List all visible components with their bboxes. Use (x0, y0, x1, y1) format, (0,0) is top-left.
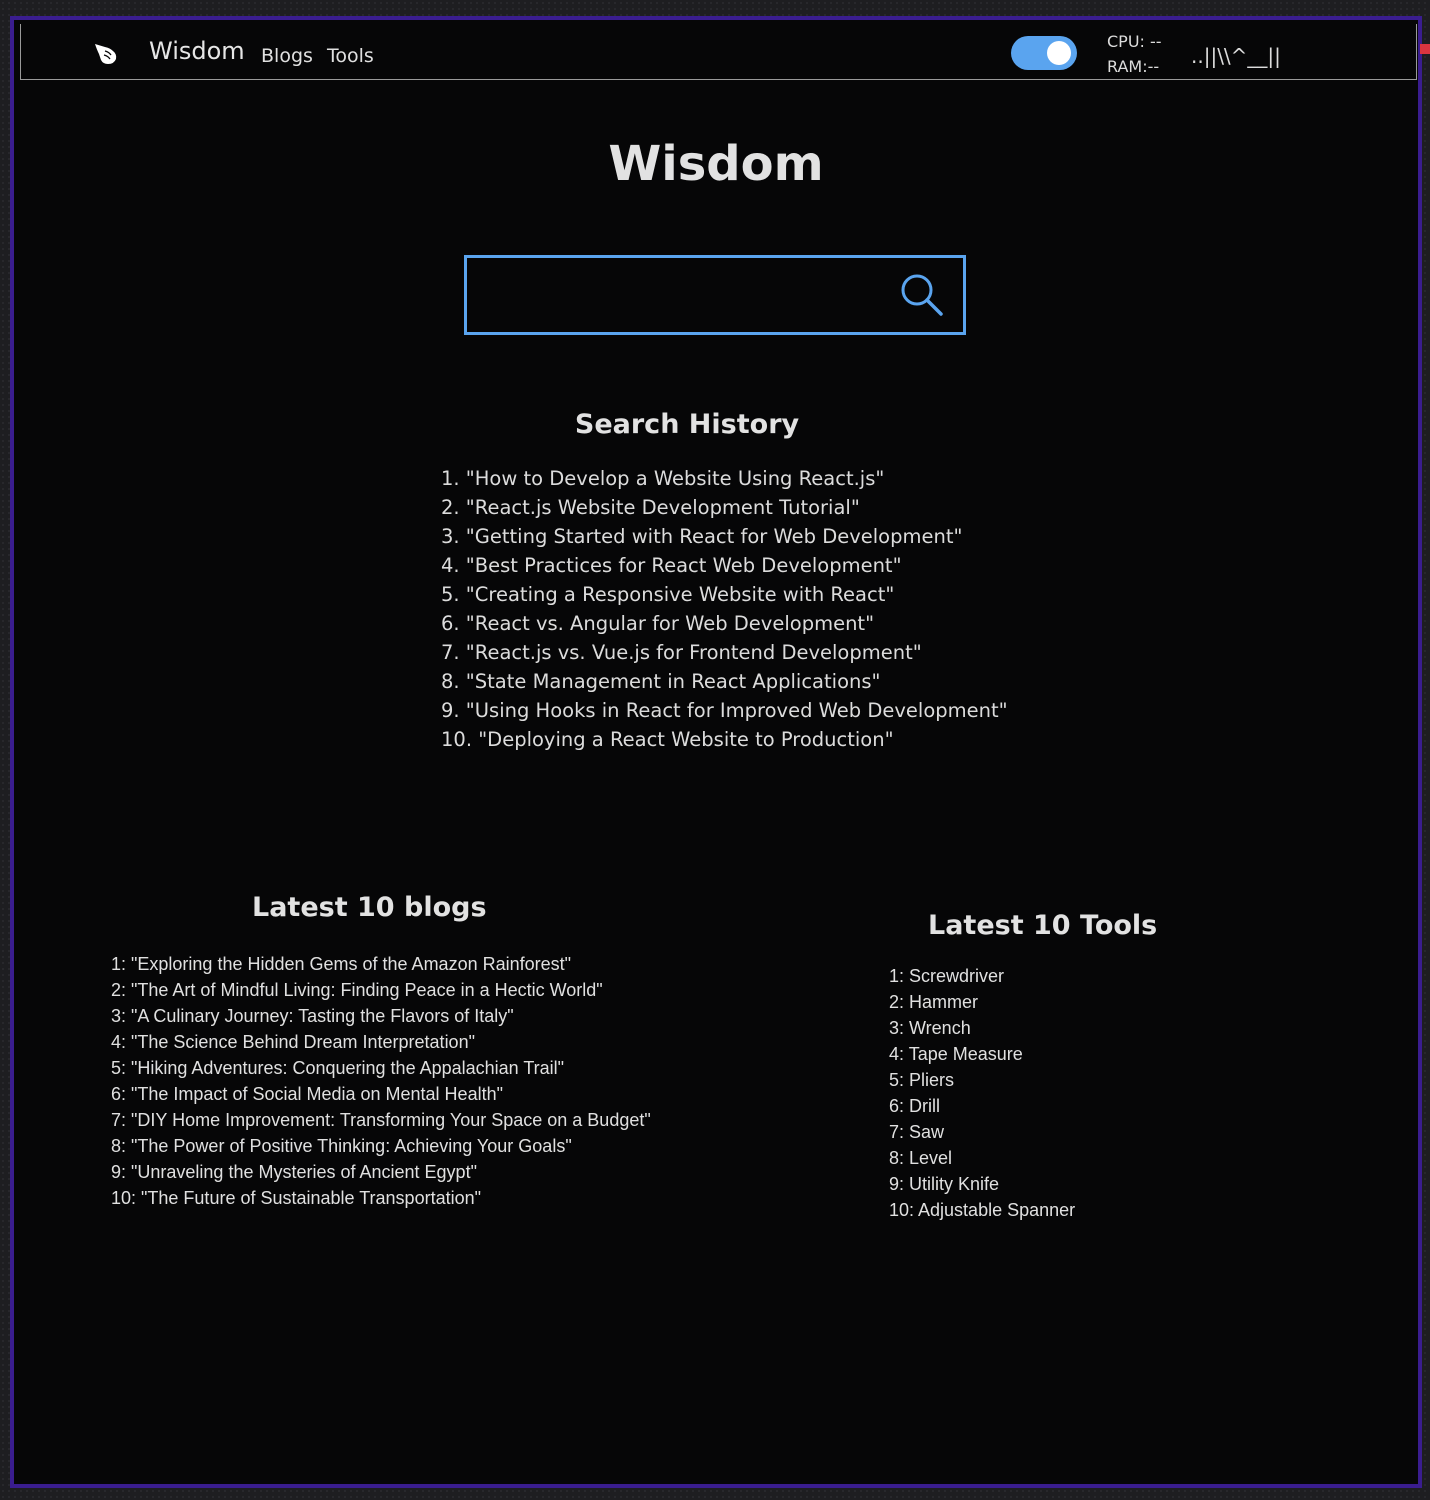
ram-readout: RAM:-- (1107, 57, 1160, 76)
latest-blogs-list: 1: "Exploring the Hidden Gems of the Ama… (111, 951, 651, 1211)
blog-item[interactable]: 4: "The Science Behind Dream Interpretat… (111, 1029, 651, 1055)
nav-link-blogs[interactable]: Blogs (261, 45, 313, 67)
history-item[interactable]: 2. "React.js Website Development Tutoria… (441, 493, 1008, 522)
blog-item[interactable]: 7: "DIY Home Improvement: Transforming Y… (111, 1107, 651, 1133)
blog-item[interactable]: 6: "The Impact of Social Media on Mental… (111, 1081, 651, 1107)
page-title: Wisdom (608, 136, 824, 192)
history-item[interactable]: 8. "State Management in React Applicatio… (441, 667, 1008, 696)
latest-tools-list: 1: Screwdriver 2: Hammer 3: Wrench 4: Ta… (889, 963, 1075, 1223)
app-frame: Wisdom Blogs Tools CPU: -- RAM:-- ..||\\… (10, 16, 1422, 1488)
tool-item[interactable]: 9: Utility Knife (889, 1171, 1075, 1197)
tool-item[interactable]: 10: Adjustable Spanner (889, 1197, 1075, 1223)
latest-blogs-title: Latest 10 blogs (252, 892, 487, 923)
tool-item[interactable]: 7: Saw (889, 1119, 1075, 1145)
blog-item[interactable]: 5: "Hiking Adventures: Conquering the Ap… (111, 1055, 651, 1081)
history-item[interactable]: 7. "React.js vs. Vue.js for Frontend Dev… (441, 638, 1008, 667)
status-glyph: ..||\\^__|| (1191, 44, 1281, 68)
tool-item[interactable]: 3: Wrench (889, 1015, 1075, 1041)
pointing-hand-icon[interactable] (91, 38, 121, 68)
tool-item[interactable]: 4: Tape Measure (889, 1041, 1075, 1067)
latest-tools-title: Latest 10 Tools (928, 910, 1158, 941)
blog-item[interactable]: 10: "The Future of Sustainable Transport… (111, 1185, 651, 1211)
blog-item[interactable]: 3: "A Culinary Journey: Tasting the Flav… (111, 1003, 651, 1029)
tool-item[interactable]: 2: Hammer (889, 989, 1075, 1015)
history-item[interactable]: 9. "Using Hooks in React for Improved We… (441, 696, 1008, 725)
tool-item[interactable]: 6: Drill (889, 1093, 1075, 1119)
tool-item[interactable]: 8: Level (889, 1145, 1075, 1171)
tool-item[interactable]: 5: Pliers (889, 1067, 1075, 1093)
search-history-list: 1. "How to Develop a Website Using React… (441, 464, 1008, 754)
brand-link[interactable]: Wisdom (149, 37, 245, 65)
history-item[interactable]: 6. "React vs. Angular for Web Developmen… (441, 609, 1008, 638)
history-item[interactable]: 10. "Deploying a React Website to Produc… (441, 725, 1008, 754)
search-icon[interactable] (899, 272, 945, 318)
search-box (464, 255, 966, 335)
history-item[interactable]: 3. "Getting Started with React for Web D… (441, 522, 1008, 551)
search-input[interactable] (477, 268, 881, 324)
blog-item[interactable]: 1: "Exploring the Hidden Gems of the Ama… (111, 951, 651, 977)
navbar: Wisdom Blogs Tools CPU: -- RAM:-- ..||\\… (20, 24, 1417, 80)
theme-toggle[interactable] (1011, 36, 1077, 70)
edge-marker (1420, 44, 1430, 54)
cpu-readout: CPU: -- (1107, 32, 1162, 51)
tool-item[interactable]: 1: Screwdriver (889, 963, 1075, 989)
blog-item[interactable]: 9: "Unraveling the Mysteries of Ancient … (111, 1159, 651, 1185)
history-item[interactable]: 5. "Creating a Responsive Website with R… (441, 580, 1008, 609)
blog-item[interactable]: 8: "The Power of Positive Thinking: Achi… (111, 1133, 651, 1159)
toggle-knob (1047, 41, 1071, 65)
nav-link-tools[interactable]: Tools (327, 45, 374, 67)
history-item[interactable]: 1. "How to Develop a Website Using React… (441, 464, 1008, 493)
search-history-title: Search History (574, 409, 800, 440)
blog-item[interactable]: 2: "The Art of Mindful Living: Finding P… (111, 977, 651, 1003)
history-item[interactable]: 4. "Best Practices for React Web Develop… (441, 551, 1008, 580)
